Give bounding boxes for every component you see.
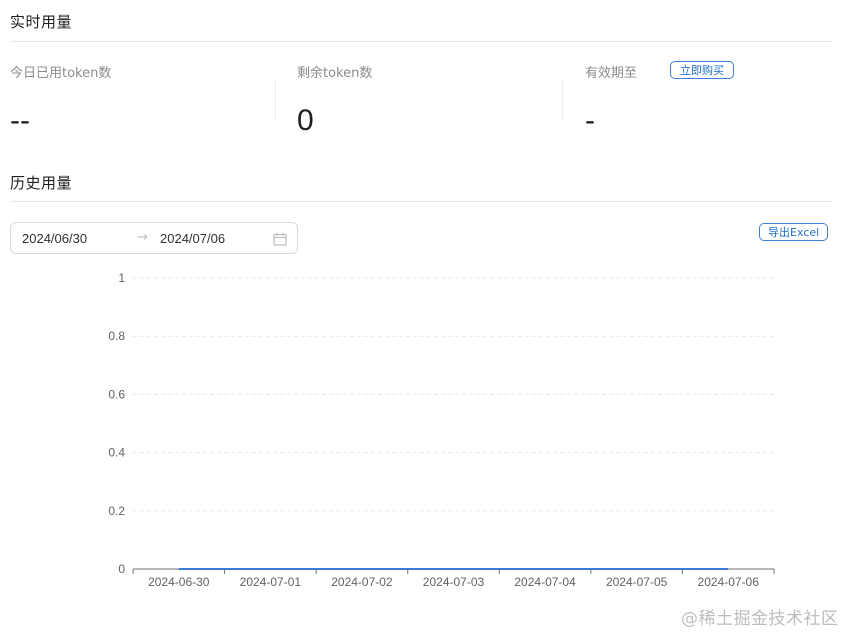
y-tick-label: 1 — [118, 271, 125, 285]
y-tick-label: 0 — [118, 562, 125, 576]
x-tick-label: 2024-06-30 — [148, 575, 210, 589]
y-tick-label: 0.2 — [108, 504, 125, 518]
y-tick-label: 0.6 — [108, 387, 125, 401]
x-tick-label: 2024-07-06 — [698, 575, 760, 589]
x-tick-label: 2024-07-04 — [514, 575, 576, 589]
x-tick-label: 2024-07-02 — [331, 575, 393, 589]
x-tick-label: 2024-07-01 — [240, 575, 302, 589]
x-tick-label: 2024-07-03 — [423, 575, 485, 589]
usage-line-chart: 0 0.2 0.4 0.6 0.8 1 2024-06-30 2024-07-01 2024-0… — [108, 271, 775, 589]
y-tick-label: 0.4 — [108, 446, 125, 460]
y-tick-label: 0.8 — [108, 329, 125, 343]
watermark: @稀土掘金技术社区 — [681, 609, 839, 629]
x-tick-label: 2024-07-05 — [606, 575, 668, 589]
